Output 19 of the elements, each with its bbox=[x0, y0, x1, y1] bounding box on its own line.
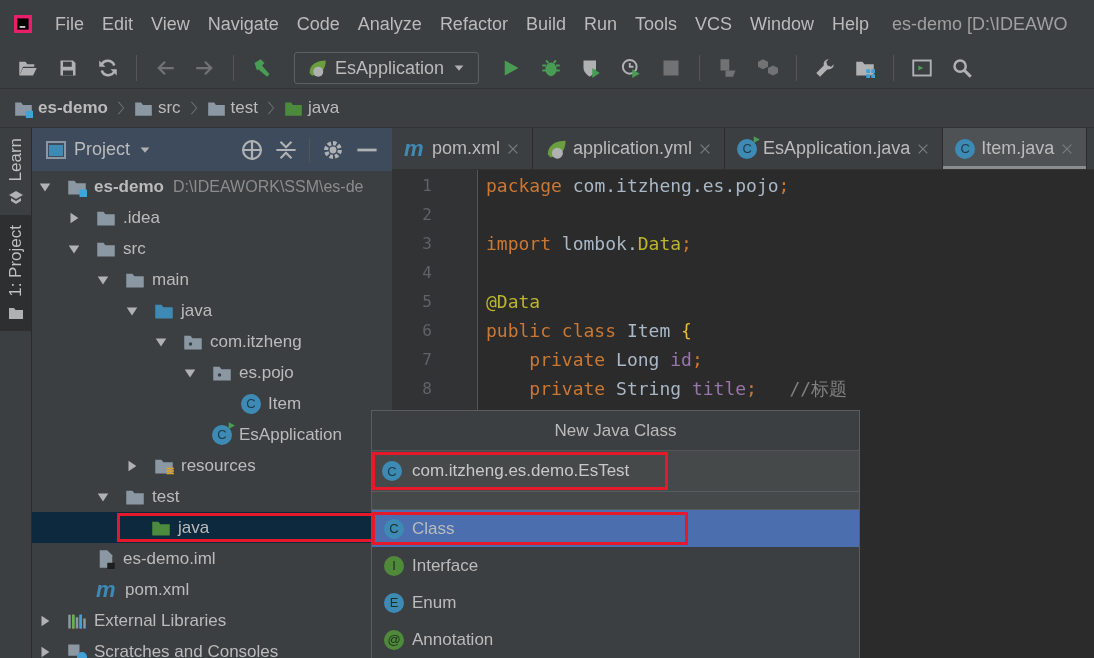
maven-label: m bbox=[404, 137, 425, 160]
class-badge: C bbox=[212, 424, 232, 445]
kind-badge: E bbox=[384, 592, 404, 613]
code-line: private Long id; bbox=[528, 349, 703, 370]
code-line: public class Item { bbox=[486, 320, 692, 341]
code-line: import lombok.Data; bbox=[486, 233, 692, 254]
kind-badge: C bbox=[384, 518, 404, 539]
kind-badge: I bbox=[384, 555, 404, 576]
class-badge: C bbox=[737, 138, 758, 159]
window-title: es-demo [D:\IDEAWO bbox=[891, 13, 1068, 35]
class-badge: C bbox=[382, 461, 402, 481]
maven-label: m bbox=[96, 578, 117, 601]
code-line: @Data bbox=[486, 291, 541, 312]
code-line: private String title; //标题 bbox=[528, 376, 848, 401]
code-line: package com.itzheng.es.pojo; bbox=[486, 175, 790, 196]
kind-badge: @ bbox=[384, 629, 404, 650]
class-badge: C bbox=[241, 393, 261, 414]
class-badge: C bbox=[955, 138, 976, 159]
path-hint: D:\IDEAWORK\SSM\es-de bbox=[172, 177, 364, 196]
